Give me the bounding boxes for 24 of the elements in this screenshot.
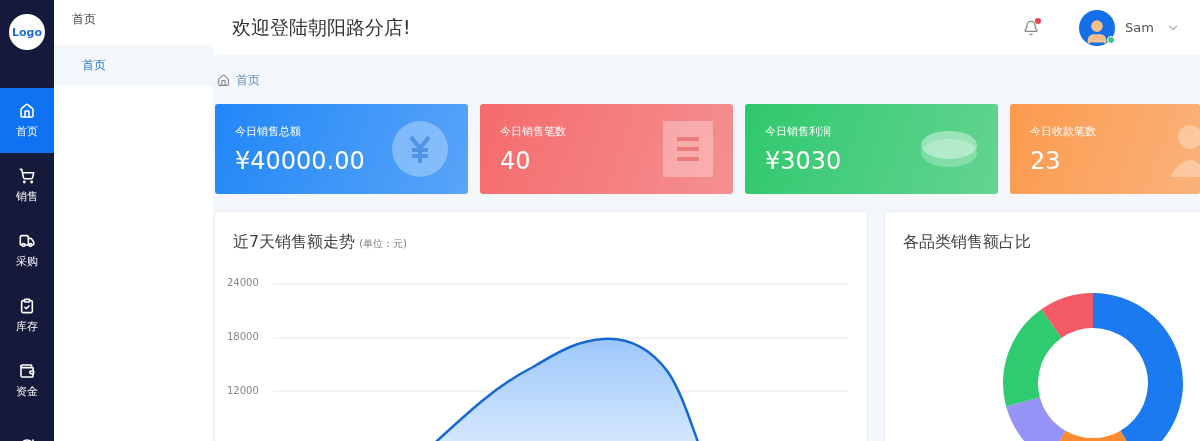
stat-value: 40 bbox=[500, 146, 532, 175]
axis-label: 24000 bbox=[227, 277, 259, 288]
sidebar-item[interactable]: 销售 bbox=[0, 153, 54, 218]
stat-label: 今日销售利润 bbox=[765, 123, 832, 139]
axis-label: 18000 bbox=[227, 331, 259, 342]
sidebar-item[interactable]: 资金 bbox=[0, 348, 54, 413]
stat-label: 今日销售总额 bbox=[235, 123, 302, 139]
stat-label: 今日收款笔数 bbox=[1030, 123, 1096, 139]
unit-label: (单位：元) bbox=[359, 238, 407, 249]
user-name: Sam bbox=[1125, 20, 1154, 35]
page-title: 欢迎登陆朝阳路分店! bbox=[232, 14, 412, 40]
logo[interactable]: Logo bbox=[9, 14, 45, 50]
submenu-title: 首页 bbox=[71, 11, 97, 28]
panel-title: 近7天销售额走势 bbox=[233, 232, 356, 251]
axis-label: 12000 bbox=[227, 385, 259, 396]
sidebar-item[interactable]: 库存 bbox=[0, 283, 54, 348]
stat-value: 23 bbox=[1030, 146, 1062, 175]
panel-title: 各品类销售额占比 bbox=[903, 232, 1031, 251]
stat-value: ¥3030 bbox=[765, 146, 842, 175]
sidebar-item[interactable]: 采购 bbox=[0, 218, 54, 283]
submenu-item[interactable]: 首页 bbox=[54, 45, 213, 86]
stat-label: 今日销售笔数 bbox=[500, 123, 566, 139]
sidebar-item[interactable]: 首页 bbox=[0, 88, 54, 153]
stat-value: ¥40000.00 bbox=[235, 146, 365, 175]
